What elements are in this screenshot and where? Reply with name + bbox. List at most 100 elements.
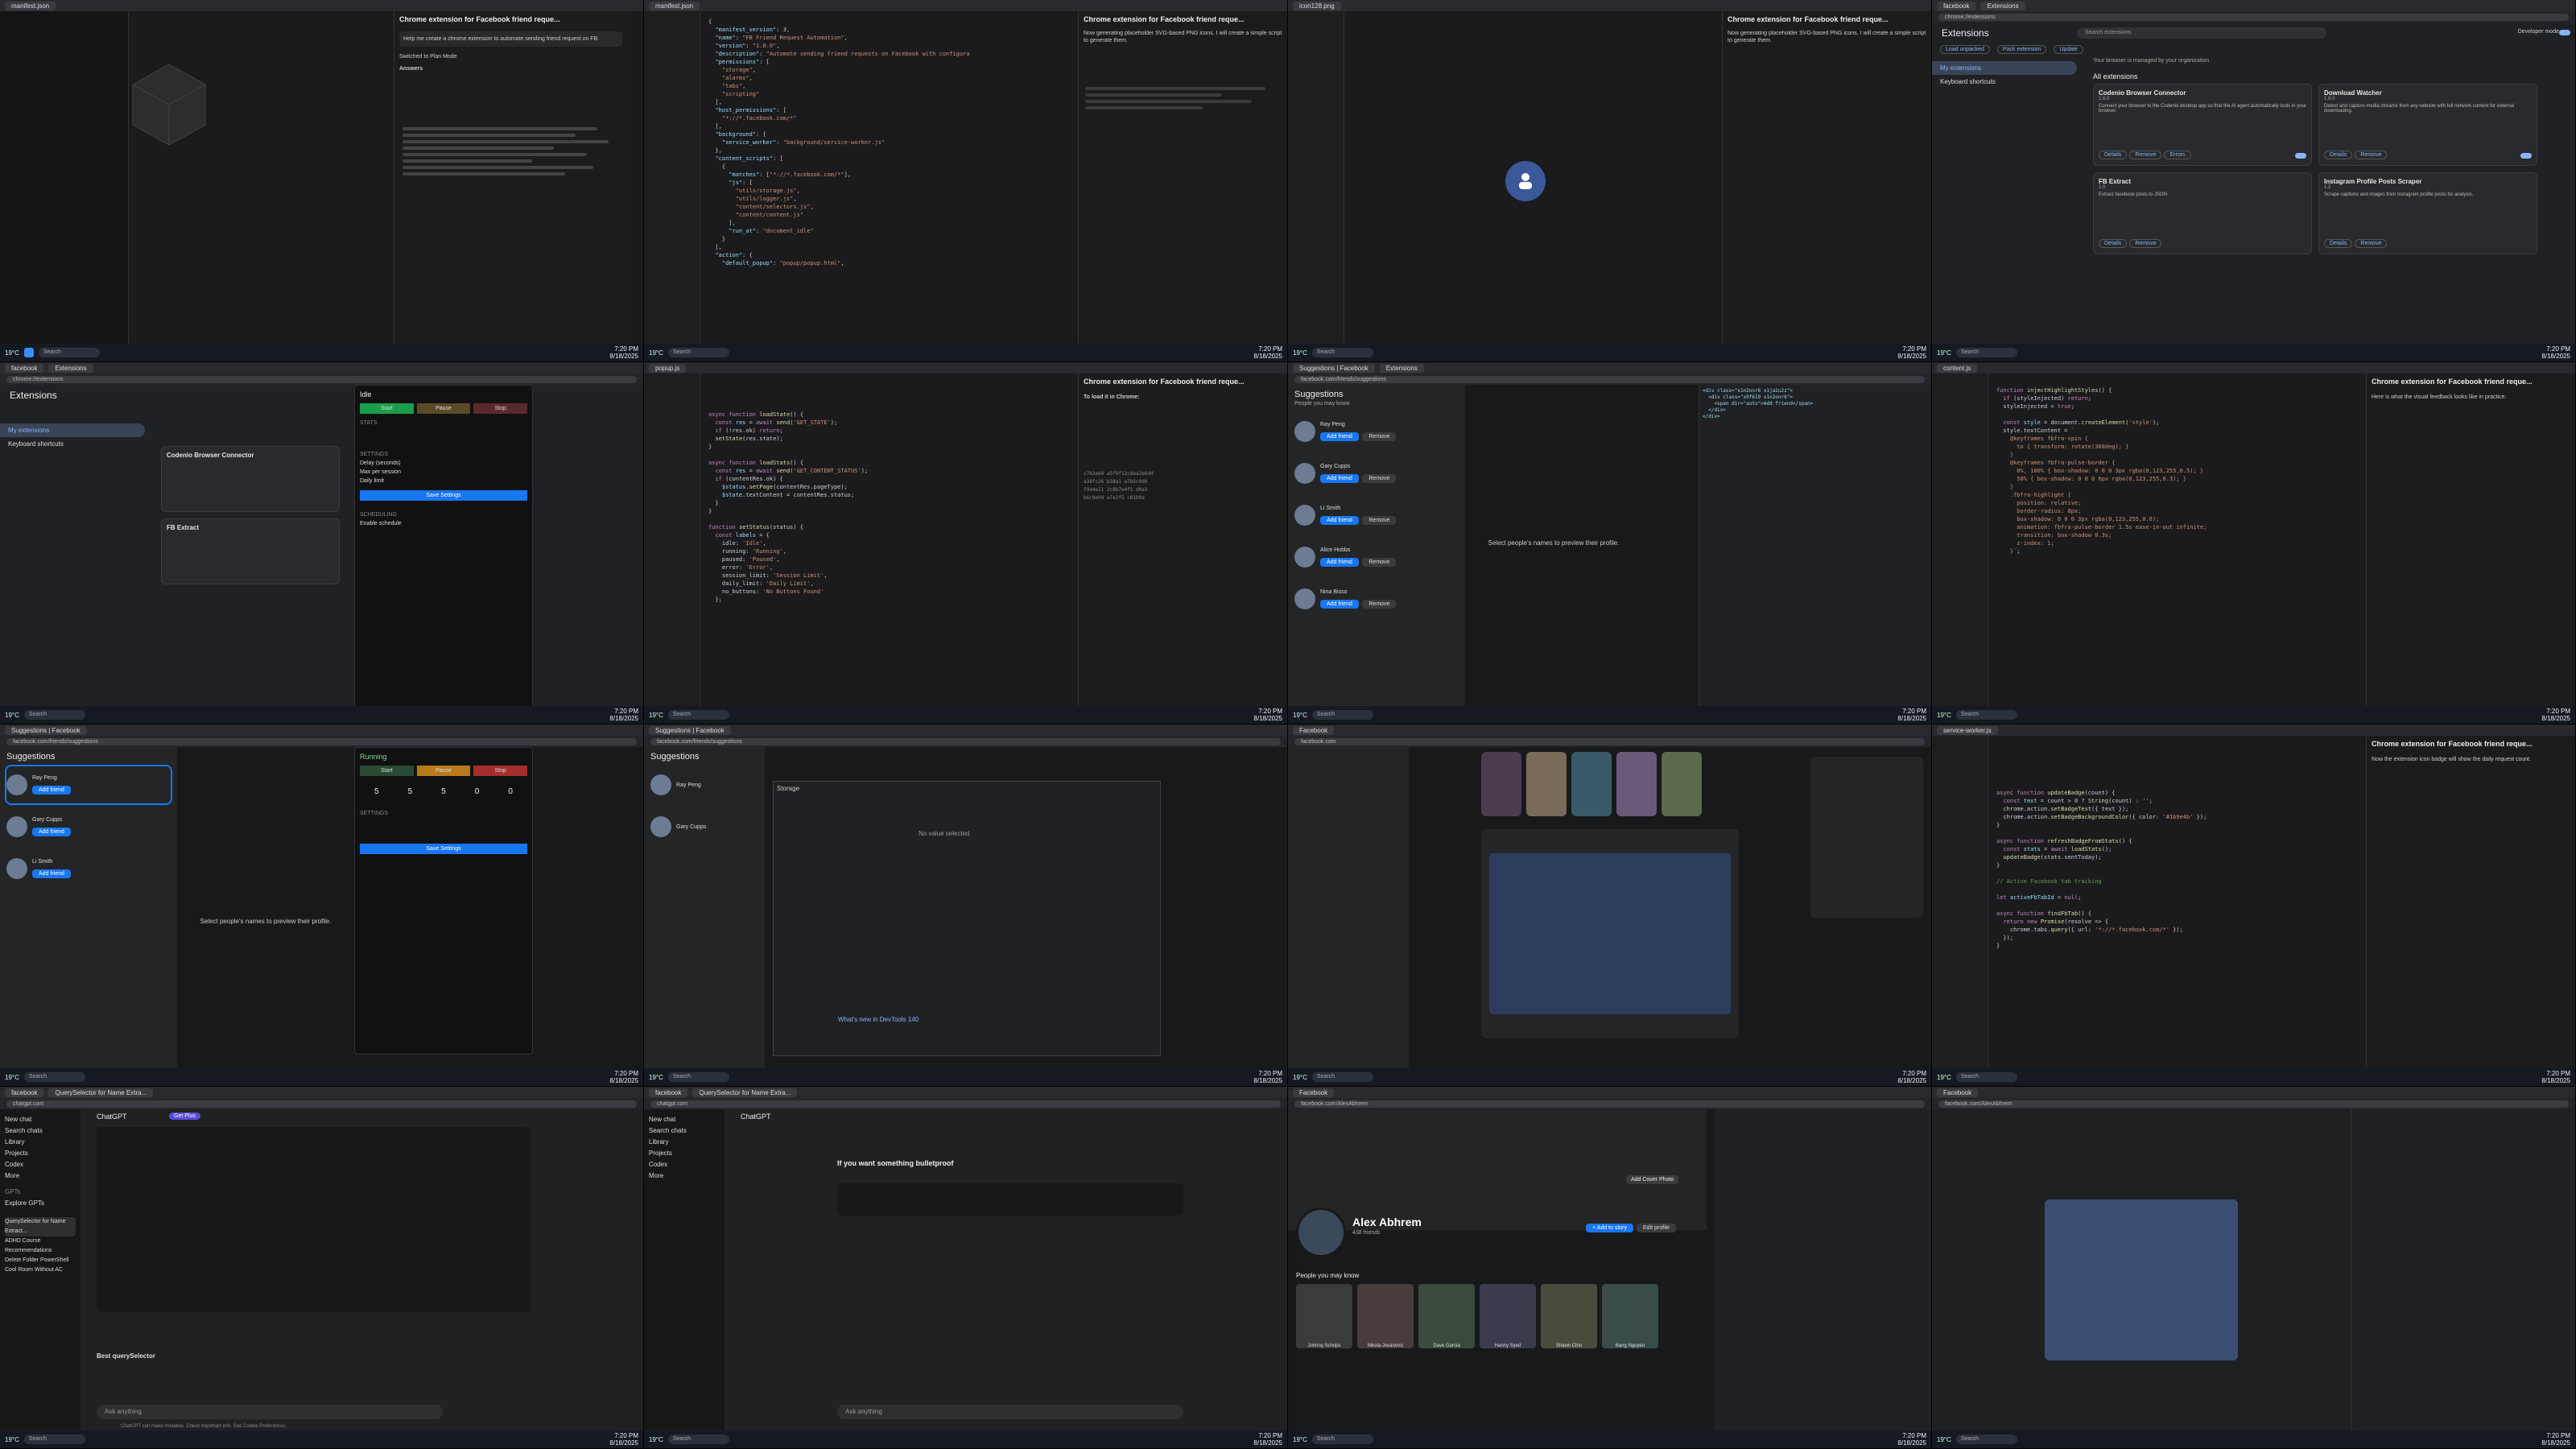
- details-button[interactable]: Details: [2099, 151, 2128, 159]
- profile-name: Alex Abhrem: [1352, 1216, 1422, 1228]
- devtools-panel: <div class="x1n2onr6 x1ja2u2z"> <div cla…: [1699, 385, 1931, 706]
- save-settings-button[interactable]: Save Settings: [360, 490, 527, 501]
- preview-placeholder-text: Select people's names to preview their p…: [1488, 539, 1620, 547]
- all-extensions-heading: All extensions: [2093, 72, 2138, 80]
- ask-input[interactable]: Ask anything: [97, 1405, 443, 1419]
- errors-button[interactable]: Errors: [2164, 151, 2191, 159]
- tab-extensions[interactable]: Extensions: [1980, 1, 2025, 10]
- code-editor[interactable]: async function updateBadge(count) { cons…: [1996, 789, 2207, 950]
- add-friend-button[interactable]: Add friend: [1320, 431, 1359, 441]
- tile-fb-feed: Facebook facebook.com 19°C Search 7:20 PM 8…: [1288, 724, 1932, 1087]
- no-value-text: No value selected: [919, 830, 970, 837]
- clock: 7:20 PM 8/18/2025: [609, 345, 638, 360]
- sponsored-panel: [1810, 757, 1923, 918]
- tab-editor[interactable]: manifest.json: [5, 1, 56, 10]
- enable-schedule-checkbox[interactable]: Enable schedule: [355, 519, 532, 528]
- friends-count: 438 friends: [1352, 1230, 1381, 1236]
- code-editor[interactable]: function injectHighlightStyles() { if (s…: [1996, 386, 2207, 555]
- managed-note: Your browser is managed by your organiza…: [2093, 58, 2210, 64]
- code-block: [837, 1183, 1183, 1216]
- devtools-panel: [1715, 1109, 1931, 1430]
- tile-popup-js: popup.js async function loadState() { co…: [644, 362, 1288, 724]
- developer-mode-toggle[interactable]: [2559, 30, 2570, 35]
- tile-extensions: facebook Extensions chrome://extensions E…: [1932, 0, 2576, 362]
- suggestion-card: Gary Cupps Add friend Remove: [1294, 455, 1459, 492]
- suggestion-card: Ray Peng Add friend Remove: [1294, 413, 1459, 450]
- developer-mode-label: Developer mode: [2517, 29, 2559, 35]
- remove-button[interactable]: Remove: [1362, 431, 1397, 441]
- more-item[interactable]: More: [5, 1170, 76, 1182]
- chat-title: Chrome extension for Facebook friend req…: [399, 15, 560, 23]
- update-button[interactable]: Update: [2054, 45, 2083, 54]
- sidebar-item-my-extensions[interactable]: My extensions: [1932, 61, 2077, 75]
- chat-text-lines: [402, 124, 619, 179]
- whats-new-text: What's new in DevTools 140: [838, 1016, 919, 1023]
- fb-nav: [1288, 747, 1409, 1068]
- sidebar-item-shortcuts[interactable]: Keyboard shortcuts: [1932, 75, 2077, 89]
- new-chat-item[interactable]: New chat: [5, 1114, 76, 1125]
- tile-editor-plan: manifest.json Chrome extension for Faceb…: [0, 0, 644, 362]
- address-bar[interactable]: chrome://extensions: [1938, 13, 2569, 21]
- extensions-sidebar: My extensions Keyboard shortcuts: [1932, 61, 2077, 89]
- agent-chat-panel: Chrome extension for Facebook friend req…: [1078, 11, 1287, 344]
- search-chats-item[interactable]: Search chats: [5, 1125, 76, 1137]
- extension-card: Instagram Profile Posts Scraper 1.2 Scrape…: [2318, 172, 2537, 254]
- code-editor[interactable]: { "manifest_version": 3, "name": "FB Fri…: [708, 18, 970, 267]
- agent-chat-panel: Chrome extension for Facebook friend req…: [2366, 736, 2575, 1068]
- profile-avatar[interactable]: [1296, 1208, 1346, 1257]
- stop-button[interactable]: Stop: [473, 403, 528, 414]
- edit-profile-button[interactable]: Edit profile: [1637, 1224, 1677, 1232]
- taskbar-search[interactable]: Search: [38, 348, 100, 357]
- devtools-panel: [2351, 1109, 2575, 1430]
- windows-icon[interactable]: [23, 348, 34, 357]
- agent-chat-panel: Chrome extension for Facebook friend req…: [394, 11, 627, 344]
- search-extensions-input[interactable]: Search extensions: [2077, 27, 2326, 39]
- avatar: [1294, 421, 1315, 442]
- agent-chat-panel: Chrome extension for Facebook friend req…: [1722, 11, 1931, 344]
- remove-button[interactable]: Remove: [2129, 151, 2162, 159]
- user-prompt: Help me create a chrome extension to aut…: [399, 31, 622, 47]
- tab-icon[interactable]: icon128.png: [1293, 1, 1341, 10]
- codex-item[interactable]: Codex: [5, 1159, 76, 1170]
- devtools-window: Storage No value selected What's new in …: [773, 781, 1161, 1056]
- mode-switch-note: Switched to Plan Mode: [399, 54, 457, 60]
- highlighted-suggestion-card: Ray Peng Add friend: [5, 765, 172, 805]
- file-tree: [644, 374, 700, 706]
- tab-facebook[interactable]: facebook: [1937, 1, 1976, 10]
- extension-popup: Running Start Pause Stop 55500 SETTINGS …: [354, 747, 533, 1055]
- answer-heading: If you want something bulletproof: [837, 1159, 954, 1167]
- taskbar: 19°C Search 7:20 PM 8/18/2025: [644, 344, 1287, 361]
- tile-fb-dialog: Facebook facebook.com/AlexAbhrem 19°C Sea…: [1932, 1087, 2576, 1449]
- extension-popup: Idle Start Pause Stop STATS SETTINGS Del…: [354, 385, 533, 708]
- get-plus-button[interactable]: Get Plus: [169, 1113, 200, 1120]
- pause-button[interactable]: Pause: [416, 403, 471, 414]
- create-post-dialog: [2045, 1199, 2238, 1360]
- extension-logo-icon: [1505, 161, 1546, 201]
- projects-item[interactable]: Projects: [5, 1148, 76, 1159]
- extension-card: FB Extract 1.0 Extract facebook posts to J…: [2093, 172, 2312, 254]
- enable-toggle[interactable]: [2295, 153, 2306, 159]
- agent-chat-panel: Chrome extension for Facebook friend req…: [1078, 374, 1287, 706]
- start-button[interactable]: Start: [360, 403, 414, 414]
- popup-status: Running: [360, 753, 387, 761]
- tab-manifest[interactable]: manifest.json: [649, 1, 700, 10]
- tile-fb-running: Suggestions | Facebook facebook.com/frie…: [0, 724, 644, 1087]
- extensions-heading: Extensions: [1942, 27, 1989, 39]
- add-story-button[interactable]: + Add to story: [1586, 1224, 1633, 1232]
- title-bar: manifest.json: [0, 0, 643, 11]
- suggestion-card: Alice Hobbs Add friend Remove: [1294, 539, 1459, 576]
- extension-card: Codenio Browser Connector 1.6.0 Connect yo…: [2093, 84, 2312, 166]
- people-carousel: Johnny Schrips Nikola Jovanovic Dave Gar…: [1296, 1284, 1658, 1348]
- chatgpt-brand[interactable]: ChatGPT: [97, 1113, 127, 1121]
- file-tree: [1288, 11, 1344, 344]
- pack-extension-button[interactable]: Pack extension: [1996, 45, 2047, 54]
- tile-manifest: manifest.json { "manifest_version": 3, "…: [644, 0, 1288, 362]
- tab-popup-js[interactable]: popup.js: [649, 363, 687, 373]
- library-item[interactable]: Library: [5, 1137, 76, 1148]
- code-editor[interactable]: async function loadState() { const res =…: [708, 411, 868, 604]
- load-unpacked-button[interactable]: Load unpacked: [1940, 45, 1990, 54]
- tile-chatgpt-1: facebook QuerySelector for Name Extra... …: [0, 1087, 644, 1449]
- tile-extensions-popup: facebook Extensions chrome://extensions E…: [0, 362, 644, 724]
- add-cover-button[interactable]: Add Cover Photo: [1626, 1175, 1679, 1184]
- popup-status: Idle: [360, 390, 372, 398]
